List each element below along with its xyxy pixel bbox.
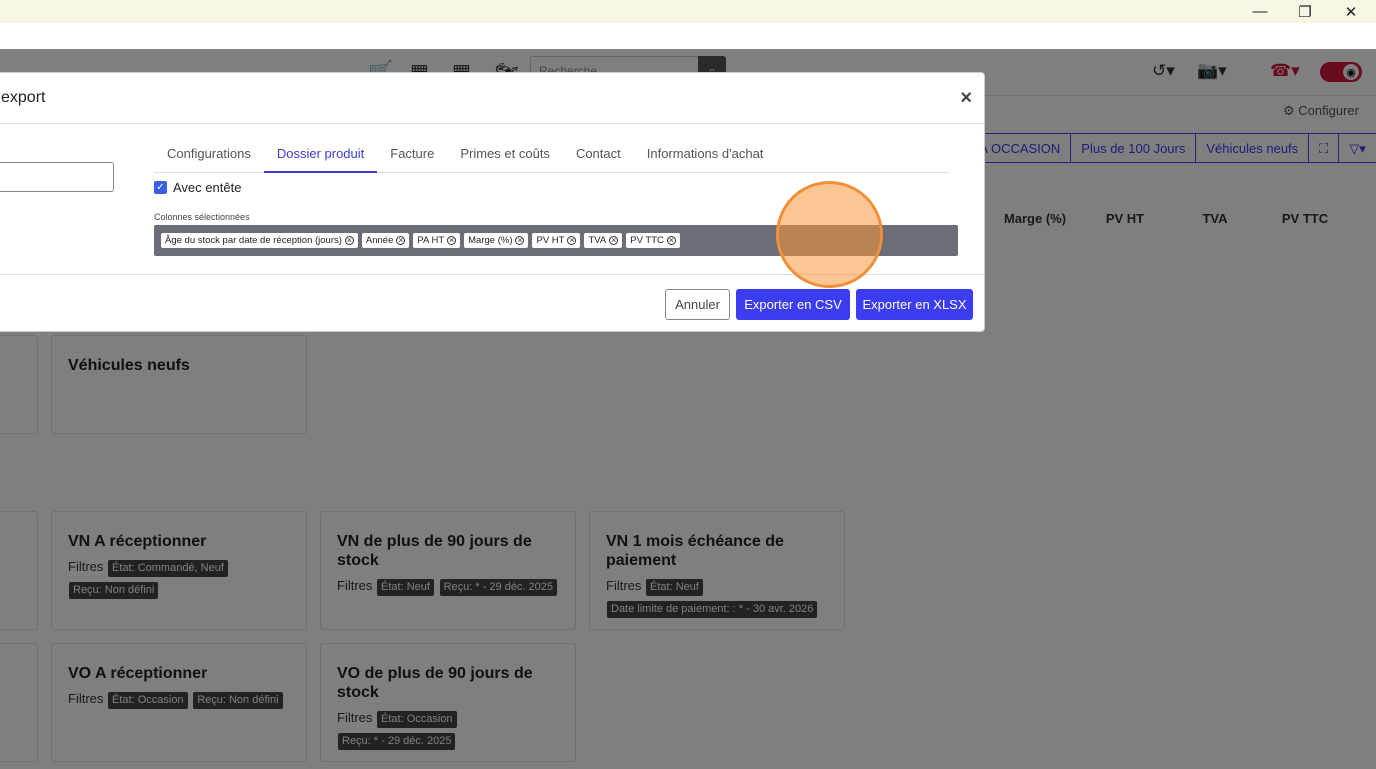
window-titlebar: — ❐ ✕ [0, 0, 1376, 23]
tab-facture[interactable]: Facture [377, 133, 447, 173]
click-indicator [776, 181, 883, 288]
column-chip: TVA × [584, 233, 623, 248]
remove-chip-icon[interactable]: × [567, 236, 577, 245]
tab-informations-achat[interactable]: Informations d'achat [634, 133, 777, 173]
column-chip: PV TTC × [626, 233, 680, 248]
remove-chip-icon[interactable]: × [396, 236, 406, 245]
tab-contact[interactable]: Contact [563, 133, 634, 173]
chip-label: PA HT [417, 235, 445, 246]
column-chip: Année × [361, 233, 410, 248]
close-icon[interactable]: × [960, 87, 972, 110]
modal-header: export × [0, 73, 984, 124]
with-header-label: Avec entête [173, 180, 242, 195]
modal-title: export [1, 89, 46, 106]
address-strip [0, 23, 1376, 49]
column-chip: Marge (%) × [464, 233, 529, 248]
tab-primes-couts[interactable]: Primes et coûts [447, 133, 563, 173]
close-window-icon[interactable]: ✕ [1328, 0, 1374, 23]
cancel-button[interactable]: Annuler [665, 289, 730, 320]
remove-chip-icon[interactable]: × [344, 236, 354, 245]
selected-columns-label: Colonnes sélectionnées [154, 212, 250, 222]
chip-label: Année [365, 235, 394, 246]
tab-configurations[interactable]: Configurations [154, 133, 264, 173]
with-header-option: ✓ Avec entête [154, 180, 241, 195]
remove-chip-icon[interactable]: × [666, 236, 676, 245]
column-chip: Âge du stock par date de réception (jour… [161, 233, 358, 248]
column-chip: PV HT × [532, 233, 581, 248]
chip-label: TVA [588, 235, 607, 246]
remove-chip-icon[interactable]: × [515, 236, 525, 245]
chip-label: Âge du stock par date de réception (jour… [165, 235, 342, 246]
chip-label: PV HT [536, 235, 565, 246]
config-name-input[interactable] [0, 162, 114, 192]
export-csv-button[interactable]: Exporter en CSV [736, 289, 850, 320]
column-chip: PA HT × [413, 233, 461, 248]
export-tabs: Configurations Dossier produit Facture P… [154, 133, 949, 173]
remove-chip-icon[interactable]: × [447, 236, 457, 245]
remove-chip-icon[interactable]: × [609, 236, 619, 245]
with-header-checkbox[interactable]: ✓ [154, 181, 167, 194]
maximize-icon[interactable]: ❐ [1282, 0, 1328, 23]
minimize-icon[interactable]: — [1237, 0, 1283, 23]
chip-label: Marge (%) [468, 235, 513, 246]
chip-label: PV TTC [630, 235, 664, 246]
tab-dossier-produit[interactable]: Dossier produit [263, 133, 378, 173]
export-xlsx-button[interactable]: Exporter en XLSX [856, 289, 973, 320]
